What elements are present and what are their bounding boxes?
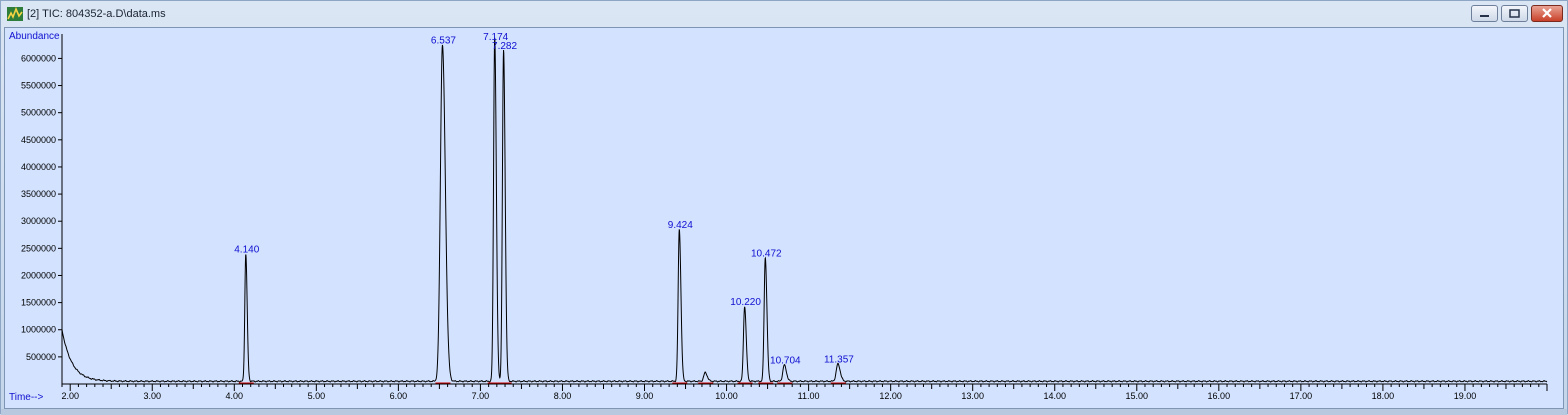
y-tick-label: 1000000 bbox=[21, 325, 56, 335]
status-bar bbox=[1, 409, 1567, 415]
x-tick-label: 10.00 bbox=[715, 391, 738, 401]
x-tick-label: 12.00 bbox=[879, 391, 902, 401]
tic-trace-line bbox=[61, 37, 1548, 383]
y-tick-label: 5500000 bbox=[21, 81, 56, 91]
y-axis-label: Abundance bbox=[9, 31, 60, 42]
chart-ticks: 500000 1000000 1500000 2000000 2500000 300000… bbox=[21, 53, 1548, 401]
chromatogram-plot-area[interactable]: Abundance Time--> 500000 1000000 1500000 20… bbox=[4, 27, 1564, 409]
y-tick-label: 2000000 bbox=[21, 270, 56, 280]
peak-label: 9.424 bbox=[668, 220, 693, 231]
x-tick-label: 8.00 bbox=[554, 391, 572, 401]
x-tick-label: 17.00 bbox=[1290, 391, 1313, 401]
restore-button[interactable] bbox=[1501, 5, 1528, 22]
x-tick-label: 3.00 bbox=[143, 391, 161, 401]
y-tick-label: 500000 bbox=[26, 352, 56, 362]
restore-icon bbox=[1509, 9, 1520, 18]
x-axis-label: Time--> bbox=[9, 392, 44, 403]
x-tick-label: 18.00 bbox=[1372, 391, 1395, 401]
x-tick-label: 5.00 bbox=[308, 391, 326, 401]
y-tick-label: 6000000 bbox=[21, 53, 56, 63]
y-tick-label: 3500000 bbox=[21, 189, 56, 199]
title-bar[interactable]: [2] TIC: 804352-a.D\data.ms bbox=[1, 1, 1567, 27]
peak-label: 6.537 bbox=[431, 36, 456, 47]
x-tick-label: 11.00 bbox=[798, 391, 820, 401]
chromatogram-window: [2] TIC: 804352-a.D\data.ms Abundance Ti… bbox=[0, 0, 1568, 415]
peak-label: 10.220 bbox=[730, 297, 761, 308]
x-tick-label: 14.00 bbox=[1043, 391, 1066, 401]
y-tick-label: 5000000 bbox=[21, 108, 56, 118]
chromatogram-chart: Abundance Time--> 500000 1000000 1500000 20… bbox=[9, 31, 1548, 403]
peak-label: 11.357 bbox=[824, 355, 854, 366]
x-tick-label: 4.00 bbox=[226, 391, 244, 401]
x-tick-label: 2.00 bbox=[61, 391, 79, 401]
x-tick-label: 19.00 bbox=[1454, 391, 1477, 401]
minimize-button[interactable] bbox=[1471, 5, 1498, 22]
minimize-icon bbox=[1480, 15, 1489, 17]
peak-label: 10.472 bbox=[751, 248, 782, 259]
peak-label: 4.140 bbox=[234, 244, 259, 255]
y-tick-label: 1500000 bbox=[21, 298, 56, 308]
tic-trace bbox=[61, 37, 1548, 383]
y-tick-label: 3000000 bbox=[21, 216, 56, 226]
x-tick-label: 7.00 bbox=[472, 391, 490, 401]
y-tick-label: 4000000 bbox=[21, 162, 56, 172]
peak-label: 10.704 bbox=[770, 356, 801, 367]
x-tick-label: 16.00 bbox=[1208, 391, 1231, 401]
chromatogram-app-icon bbox=[7, 7, 23, 21]
peak-label: 7.282 bbox=[492, 41, 517, 52]
close-button[interactable] bbox=[1531, 5, 1563, 22]
window-title: [2] TIC: 804352-a.D\data.ms bbox=[27, 8, 166, 20]
y-tick-label: 2500000 bbox=[21, 243, 56, 253]
x-tick-label: 9.00 bbox=[636, 391, 654, 401]
x-tick-label: 15.00 bbox=[1126, 391, 1149, 401]
close-icon bbox=[1542, 8, 1552, 18]
x-tick-label: 13.00 bbox=[961, 391, 984, 401]
peak-labels: 4.1406.537 7.1747.2829.42410.22010.47210.… bbox=[234, 32, 854, 367]
chart-axes bbox=[61, 34, 1547, 385]
x-tick-label: 6.00 bbox=[390, 391, 408, 401]
y-tick-label: 4500000 bbox=[21, 135, 56, 145]
